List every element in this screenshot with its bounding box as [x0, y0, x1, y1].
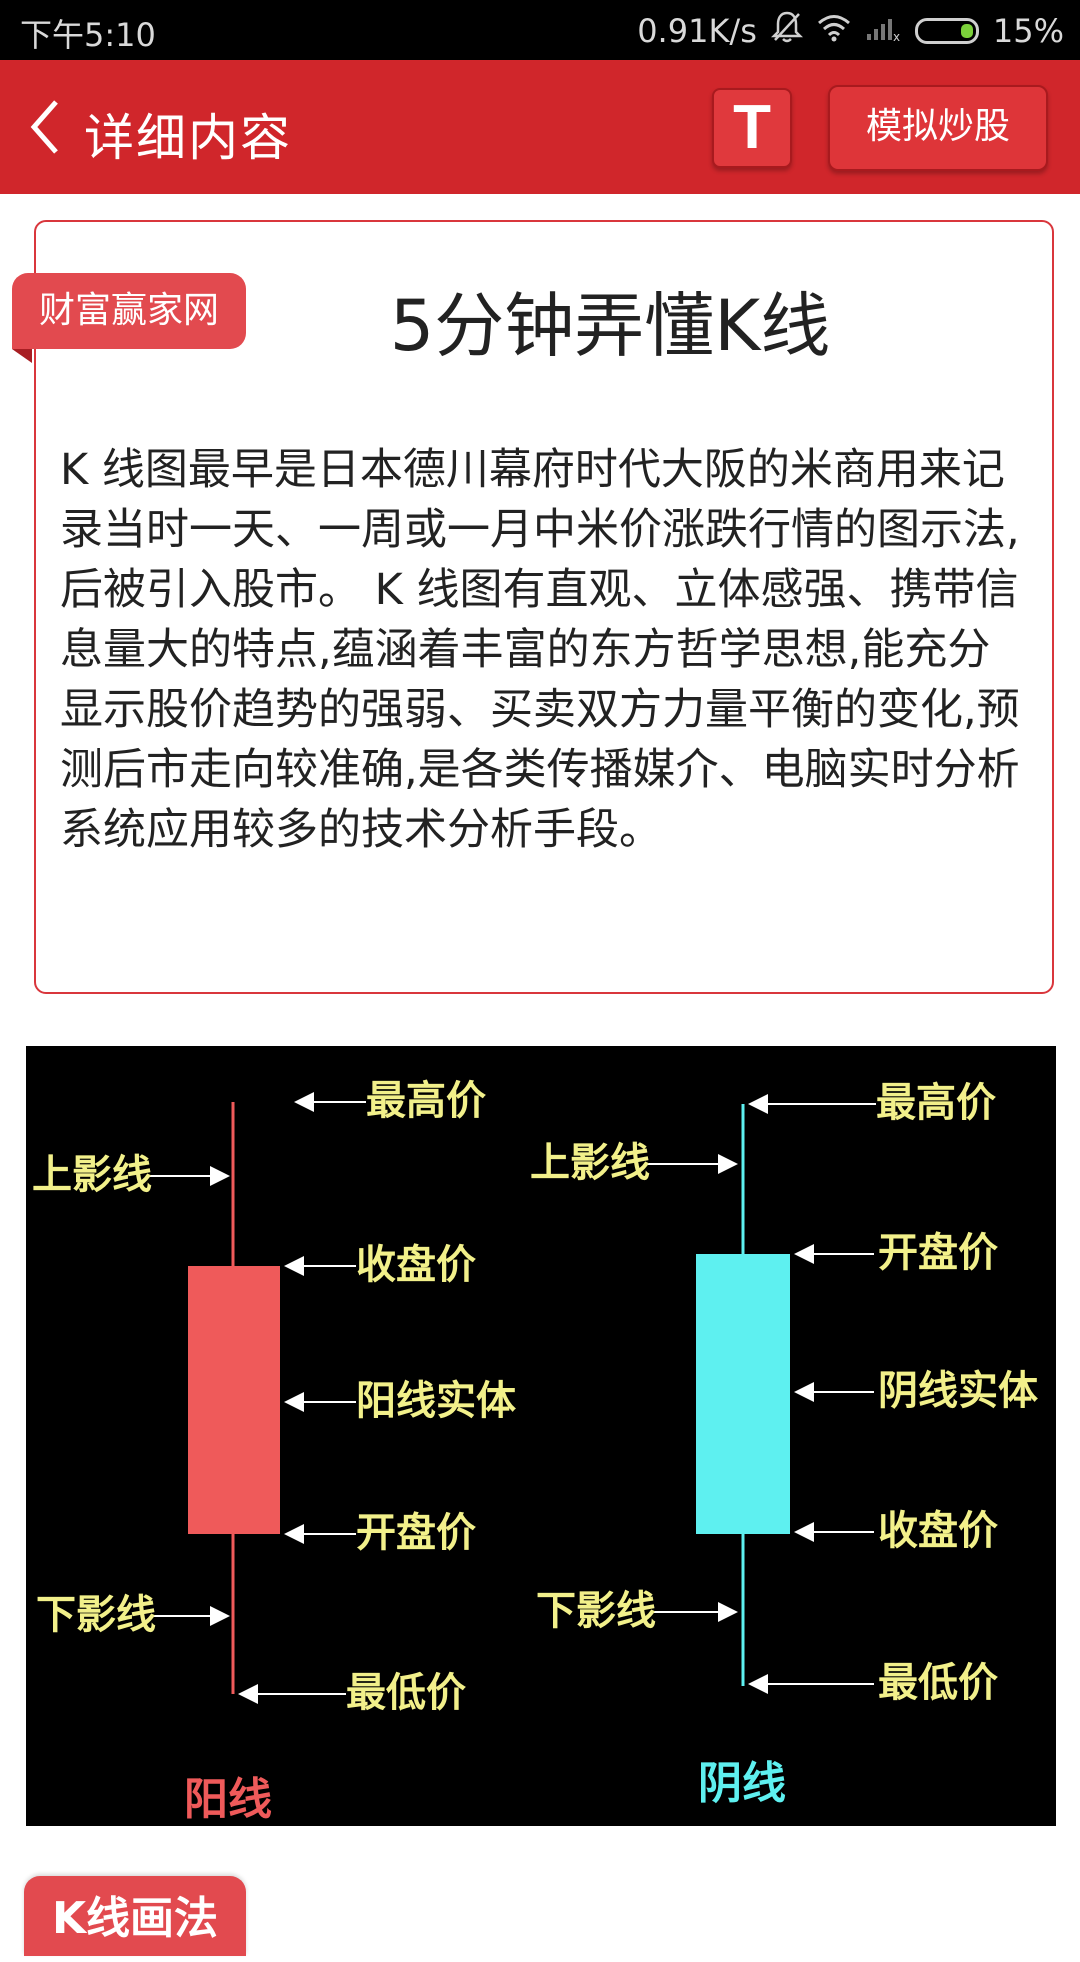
net-speed: 0.91K/s	[637, 12, 757, 50]
status-bar: 下午5:10 0.91K/s x 15%	[0, 0, 1080, 60]
yin-close-label: 收盘价	[878, 1507, 998, 1554]
text-size-button[interactable]: T	[712, 88, 792, 168]
yin-upper-shadow-label: 上影线	[530, 1139, 650, 1186]
status-time: 下午5:10	[20, 16, 156, 54]
yin-body	[696, 1254, 790, 1534]
status-icons: 0.91K/s x 15%	[637, 10, 1064, 52]
page-title: 详细内容	[84, 109, 292, 167]
kline-diagram-image: 最高价 上影线 收盘价 阳线实体 开盘价 下影线 最低价 阳线 最高价 上影线 …	[26, 1046, 1056, 1826]
article-body: K 线图最早是日本德川幕府时代大阪的米商用来记录当时一天、一周或一月中米价涨跌行…	[60, 445, 1020, 855]
svg-text:x: x	[893, 30, 900, 42]
yang-close-label: 收盘价	[356, 1241, 476, 1288]
yang-lower-shadow-label: 下影线	[36, 1591, 156, 1638]
chevron-left-icon[interactable]	[16, 90, 76, 164]
source-badge: 财富赢家网	[12, 273, 246, 349]
mute-bell-icon	[770, 10, 803, 52]
app-header: 详细内容 T 模拟炒股	[0, 60, 1080, 194]
yang-high-label: 最高价	[366, 1077, 486, 1124]
section-header-kline-drawing: K线画法	[24, 1876, 246, 1956]
yin-open-label: 开盘价	[878, 1229, 998, 1276]
badge-fold	[12, 349, 32, 363]
yin-body-label: 阴线实体	[878, 1367, 1038, 1414]
yang-body	[188, 1266, 280, 1534]
wifi-icon	[817, 12, 851, 50]
battery-icon	[914, 18, 979, 44]
yang-caption: 阳线	[184, 1774, 272, 1825]
yin-lower-shadow-label: 下影线	[536, 1587, 656, 1634]
yin-high-label: 最高价	[876, 1079, 996, 1126]
yang-open-label: 开盘价	[356, 1509, 476, 1556]
simulate-trading-button[interactable]: 模拟炒股	[828, 85, 1048, 171]
yang-low-label: 最低价	[346, 1669, 466, 1716]
signal-icon: x	[865, 12, 901, 50]
battery-percent: 15%	[992, 12, 1064, 50]
yang-upper-shadow-label: 上影线	[32, 1151, 152, 1198]
yin-caption: 阴线	[698, 1758, 786, 1809]
yin-low-label: 最低价	[878, 1659, 998, 1706]
article-title: 5分钟弄懂K线	[389, 285, 831, 367]
yang-body-label: 阳线实体	[356, 1377, 516, 1424]
